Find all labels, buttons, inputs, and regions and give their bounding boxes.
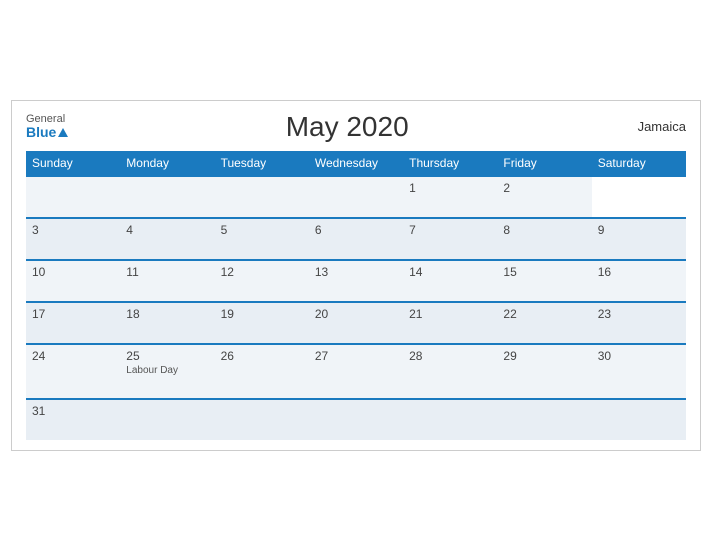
- logo-triangle-icon: [58, 128, 68, 137]
- calendar-day-cell: 9: [592, 218, 686, 260]
- day-number: 2: [503, 181, 510, 195]
- holiday-label: Labour Day: [126, 365, 208, 376]
- day-number: 22: [503, 307, 516, 321]
- calendar-day-cell: 24: [26, 344, 120, 399]
- calendar-day-cell: 29: [497, 344, 591, 399]
- day-number: 20: [315, 307, 328, 321]
- calendar-day-cell: 2: [497, 176, 591, 218]
- calendar-day-cell: 12: [215, 260, 309, 302]
- calendar-week-row: 3 4 5 6 7 8 9: [26, 218, 686, 260]
- calendar-day-cell: [592, 399, 686, 440]
- day-number: 28: [409, 349, 422, 363]
- day-number: 21: [409, 307, 422, 321]
- calendar-day-cell: 14: [403, 260, 497, 302]
- day-number: 9: [598, 223, 605, 237]
- header-saturday: Saturday: [592, 151, 686, 176]
- calendar-week-row: 10 11 12 13 14 15 16: [26, 260, 686, 302]
- calendar-day-cell: 11: [120, 260, 214, 302]
- calendar-day-cell: 3: [26, 218, 120, 260]
- day-number: 29: [503, 349, 516, 363]
- calendar-day-cell: 21: [403, 302, 497, 344]
- day-number: 7: [409, 223, 416, 237]
- calendar-day-cell: 6: [309, 218, 403, 260]
- day-number: 15: [503, 265, 516, 279]
- calendar-day-cell: [309, 399, 403, 440]
- header-thursday: Thursday: [403, 151, 497, 176]
- calendar-day-cell: 8: [497, 218, 591, 260]
- day-number: 6: [315, 223, 322, 237]
- calendar-day-cell: 22: [497, 302, 591, 344]
- calendar-day-cell: 17: [26, 302, 120, 344]
- weekday-header-row: Sunday Monday Tuesday Wednesday Thursday…: [26, 151, 686, 176]
- day-number: 26: [221, 349, 234, 363]
- day-number: 12: [221, 265, 234, 279]
- day-number: 31: [32, 404, 45, 418]
- day-number: 30: [598, 349, 611, 363]
- calendar-container: General Blue May 2020 Jamaica Sunday Mon…: [11, 100, 701, 451]
- calendar-day-cell: [26, 176, 120, 218]
- calendar-day-cell: 10: [26, 260, 120, 302]
- country-label: Jamaica: [626, 119, 686, 134]
- calendar-day-cell: 30: [592, 344, 686, 399]
- calendar-day-cell: [403, 399, 497, 440]
- calendar-day-cell: 19: [215, 302, 309, 344]
- calendar-day-cell: 31: [26, 399, 120, 440]
- calendar-day-cell: [497, 399, 591, 440]
- day-number: 27: [315, 349, 328, 363]
- calendar-day-cell: 28: [403, 344, 497, 399]
- header-wednesday: Wednesday: [309, 151, 403, 176]
- day-number: 16: [598, 265, 611, 279]
- day-number: 13: [315, 265, 328, 279]
- day-number: 3: [32, 223, 39, 237]
- calendar-day-cell: [120, 176, 214, 218]
- day-number: 8: [503, 223, 510, 237]
- header-sunday: Sunday: [26, 151, 120, 176]
- day-number: 23: [598, 307, 611, 321]
- calendar-week-row: 17 18 19 20 21 22 23: [26, 302, 686, 344]
- day-number: 14: [409, 265, 422, 279]
- calendar-day-cell: 7: [403, 218, 497, 260]
- header-friday: Friday: [497, 151, 591, 176]
- calendar-day-cell: [120, 399, 214, 440]
- header-tuesday: Tuesday: [215, 151, 309, 176]
- calendar-day-cell: 15: [497, 260, 591, 302]
- calendar-day-cell: 13: [309, 260, 403, 302]
- header-monday: Monday: [120, 151, 214, 176]
- calendar-week-row: 31: [26, 399, 686, 440]
- calendar-day-cell: 23: [592, 302, 686, 344]
- day-number: 25: [126, 349, 139, 363]
- day-number: 19: [221, 307, 234, 321]
- calendar-day-cell: [215, 399, 309, 440]
- day-number: 11: [126, 265, 138, 279]
- calendar-day-cell: 26: [215, 344, 309, 399]
- day-number: 10: [32, 265, 45, 279]
- logo-blue-text: Blue: [26, 125, 68, 139]
- calendar-day-cell: [309, 176, 403, 218]
- calendar-day-cell: 16: [592, 260, 686, 302]
- calendar-thead: Sunday Monday Tuesday Wednesday Thursday…: [26, 151, 686, 176]
- day-number: 5: [221, 223, 228, 237]
- day-number: 4: [126, 223, 133, 237]
- calendar-day-cell: 1: [403, 176, 497, 218]
- calendar-week-row: 24 25 Labour Day 26 27 28 29 30: [26, 344, 686, 399]
- calendar-day-cell: 4: [120, 218, 214, 260]
- calendar-body: 1234567891011121314151617181920212223242…: [26, 176, 686, 440]
- calendar-table: Sunday Monday Tuesday Wednesday Thursday…: [26, 151, 686, 440]
- calendar-day-cell: 5: [215, 218, 309, 260]
- calendar-week-row: 12: [26, 176, 686, 218]
- day-number: 17: [32, 307, 45, 321]
- day-number: 24: [32, 349, 45, 363]
- calendar-day-cell: [215, 176, 309, 218]
- day-number: 1: [409, 181, 416, 195]
- calendar-day-cell: 27: [309, 344, 403, 399]
- calendar-title: May 2020: [68, 111, 626, 143]
- calendar-header: General Blue May 2020 Jamaica: [26, 111, 686, 143]
- calendar-day-cell: 18: [120, 302, 214, 344]
- calendar-day-cell: 20: [309, 302, 403, 344]
- logo: General Blue: [26, 114, 68, 139]
- day-number: 18: [126, 307, 139, 321]
- calendar-day-cell: 25 Labour Day: [120, 344, 214, 399]
